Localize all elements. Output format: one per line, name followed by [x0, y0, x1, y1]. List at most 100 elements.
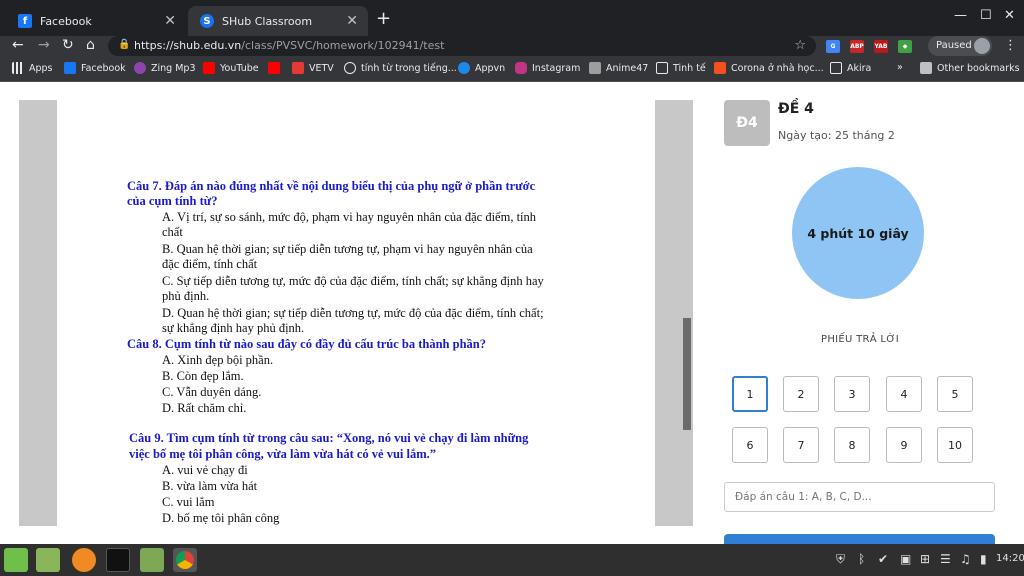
- akira-icon: [830, 62, 842, 74]
- bookmark-tinh-tu[interactable]: tính từ trong tiếng...: [344, 62, 457, 74]
- tab-label: Facebook: [40, 14, 92, 28]
- bookmark-label: Anime47: [606, 62, 649, 74]
- answer-button-5[interactable]: 5: [937, 376, 973, 412]
- q8-option-c: C. Vẫn duyên dáng.: [162, 385, 262, 399]
- paused-label: Paused: [936, 40, 972, 51]
- answer-button-3[interactable]: 3: [834, 376, 870, 412]
- battery-icon[interactable]: ▮: [980, 552, 987, 566]
- show-desktop-icon[interactable]: [36, 548, 60, 572]
- q9-option-d: D. bố mẹ tôi phân công: [162, 511, 280, 525]
- update-icon[interactable]: ⊞: [920, 552, 930, 566]
- new-tab-button[interactable]: +: [376, 8, 391, 29]
- bookmark-zing-mp3[interactable]: Zing Mp3: [134, 62, 196, 74]
- bookmark-tinh-te[interactable]: Tinh tế: [656, 62, 706, 74]
- answer-button-10[interactable]: 10: [937, 427, 973, 463]
- browser-toolbar: ← → ↻ ⌂ 🔒 https://shub.edu.vn/class/PVSV…: [0, 36, 1024, 58]
- terminal-icon[interactable]: [106, 548, 130, 572]
- anime-icon: [589, 62, 601, 74]
- document-page: Câu 7. Đáp án nào đúng nhất về nội dung …: [57, 100, 655, 526]
- bookmark-label: Akira: [847, 62, 872, 74]
- bookmark-label: Apps: [29, 62, 53, 74]
- files-icon[interactable]: [140, 548, 164, 572]
- minimize-icon[interactable]: —: [954, 8, 967, 23]
- reload-icon[interactable]: ↻: [62, 37, 74, 53]
- bookmark-label: YouTube: [220, 62, 259, 74]
- bookmark-corona[interactable]: Corona ở nhà học...: [714, 62, 824, 74]
- avatar[interactable]: [974, 38, 990, 54]
- chrome-taskbar-button[interactable]: [173, 548, 197, 572]
- q8-option-b: B. Còn đẹp lắm.: [162, 369, 244, 383]
- vetv-icon: [292, 62, 304, 74]
- globe-icon: [344, 62, 356, 74]
- bluetooth-icon[interactable]: ᛒ: [858, 552, 865, 566]
- yab-extension-icon[interactable]: YAB: [874, 40, 888, 53]
- bookmark-label: Corona ở nhà học...: [731, 62, 824, 74]
- bookmark-label: Zing Mp3: [151, 62, 196, 74]
- bookmark-anime47[interactable]: Anime47: [589, 62, 648, 74]
- answer-input[interactable]: [724, 482, 995, 512]
- close-icon[interactable]: ✕: [164, 13, 176, 29]
- page-content: Câu 7. Đáp án nào đúng nhất về nội dung …: [0, 83, 1024, 546]
- bookmark-vetv[interactable]: VETV: [292, 62, 334, 74]
- firefox-icon[interactable]: [72, 548, 96, 572]
- facebook-icon: [64, 62, 76, 74]
- bookmark-akira[interactable]: Akira: [830, 62, 871, 74]
- answer-button-1[interactable]: 1: [732, 376, 768, 412]
- question-7-title-cont: của cụm tính từ?: [127, 194, 218, 208]
- bookmark-appvn[interactable]: Appvn: [458, 62, 505, 74]
- q7-option-d-cont: sự khẳng định hay phủ định.: [162, 321, 305, 335]
- wifi-icon[interactable]: ☰: [940, 552, 951, 566]
- bookmark-star-icon[interactable]: ☆: [794, 38, 806, 53]
- url-text: https://shub.edu.vn/class/PVSVC/homework…: [134, 39, 444, 52]
- home-icon[interactable]: ⌂: [86, 37, 95, 53]
- clock: 14:20: [996, 553, 1024, 564]
- answer-button-7[interactable]: 7: [783, 427, 819, 463]
- forward-icon[interactable]: →: [38, 37, 50, 53]
- answer-button-2[interactable]: 2: [783, 376, 819, 412]
- maximize-icon[interactable]: ☐: [980, 8, 992, 23]
- q7-option-a-cont: chất: [162, 225, 183, 239]
- bookmark-apps[interactable]: Apps: [12, 62, 53, 74]
- timer-text: 4 phút 10 giây: [807, 225, 909, 241]
- countdown-timer: 4 phút 10 giây: [792, 167, 924, 299]
- extension-icon[interactable]: ◆: [898, 40, 912, 53]
- browser-tab-bar: f Facebook ✕ S SHub Classroom ✕ + — ☐ ✕: [0, 0, 1024, 36]
- bookmark-facebook[interactable]: Facebook: [64, 62, 126, 74]
- tab-shub-classroom[interactable]: S SHub Classroom ✕: [188, 6, 368, 36]
- youtube-icon: [268, 62, 280, 74]
- q7-option-b: B. Quan hệ thời gian; sự tiếp diễn tương…: [162, 242, 533, 256]
- back-icon[interactable]: ←: [12, 37, 24, 53]
- close-icon[interactable]: ✕: [346, 13, 358, 29]
- bookmark-youtube[interactable]: YouTube: [203, 62, 259, 74]
- adblock-extension-icon[interactable]: ABP: [850, 40, 864, 53]
- bookmark-label: Tinh tế: [673, 62, 706, 74]
- bookmark-other[interactable]: Other bookmarks: [920, 62, 1020, 74]
- document-scrollbar[interactable]: [683, 318, 691, 430]
- vpn-icon[interactable]: ✔: [878, 552, 888, 566]
- translate-extension-icon[interactable]: G: [826, 40, 840, 53]
- answer-button-6[interactable]: 6: [732, 427, 768, 463]
- answer-sheet-label: PHIẾU TRẢ LỜI: [821, 334, 899, 345]
- sound-icon[interactable]: ♫: [960, 552, 971, 566]
- answer-button-4[interactable]: 4: [886, 376, 922, 412]
- document-viewer[interactable]: Câu 7. Đáp án nào đúng nhất về nội dung …: [19, 100, 693, 526]
- apps-grid-icon: [12, 62, 24, 74]
- bookmark-youtube-2[interactable]: [268, 62, 285, 74]
- shield-icon[interactable]: ⛨: [836, 552, 845, 567]
- mint-menu-icon[interactable]: [4, 548, 28, 572]
- answer-button-8[interactable]: 8: [834, 427, 870, 463]
- question-7-title: Câu 7. Đáp án nào đúng nhất về nội dung …: [127, 179, 536, 193]
- q9-option-c: C. vui lắm: [162, 495, 215, 509]
- folder-icon: [920, 62, 932, 74]
- q7-option-a: A. Vị trí, sự so sánh, mức độ, phạm vi h…: [162, 210, 537, 224]
- menu-dots-icon[interactable]: ⋮: [1004, 38, 1017, 53]
- close-window-icon[interactable]: ✕: [1004, 8, 1015, 23]
- address-bar[interactable]: 🔒 https://shub.edu.vn/class/PVSVC/homewo…: [108, 36, 816, 56]
- bookmark-instagram[interactable]: Instagram: [515, 62, 580, 74]
- appvn-icon: [458, 62, 470, 74]
- tab-facebook[interactable]: f Facebook ✕: [6, 6, 186, 36]
- answer-button-9[interactable]: 9: [886, 427, 922, 463]
- bookmarks-overflow-icon[interactable]: »: [897, 62, 903, 73]
- os-taskbar: ⛨ ᛒ ✔ ▣ ⊞ ☰ ♫ ▮ 14:20: [0, 544, 1024, 576]
- nvidia-icon[interactable]: ▣: [900, 552, 911, 566]
